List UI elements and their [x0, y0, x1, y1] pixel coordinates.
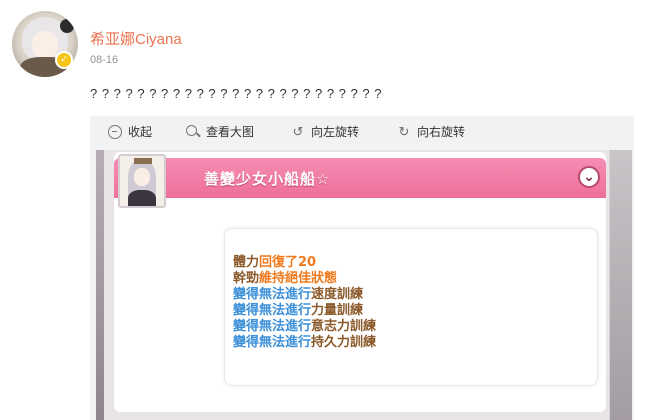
event-result-line: 幹勁維持絕佳狀態	[233, 271, 376, 287]
rotate-right-label: 向右旋转	[417, 125, 466, 139]
search-icon	[186, 124, 200, 139]
event-result-line: 變得無法進行意志力訓練	[233, 319, 376, 335]
post-text: ? ? ? ? ? ? ? ? ? ? ? ? ? ? ? ? ? ? ? ? …	[90, 86, 382, 101]
event-result-text: 體力回復了20 幹勁維持絕佳狀態 變得無法進行速度訓練 變得無法進行力量訓練 變得無法進…	[233, 255, 376, 351]
media-image[interactable]: 善變少女小船船☆ ⌄ 體力回復了20 幹勁維持絕佳狀態 變得無法進行速度訓練 變得無法…	[96, 150, 632, 420]
event-result-line: 變得無法進行力量訓練	[233, 303, 376, 319]
event-result-segment: 變得無法進行	[233, 335, 312, 350]
view-large-button[interactable]: 查看大图	[186, 123, 254, 140]
event-title-bar: 善變少女小船船☆ ⌄	[114, 158, 606, 198]
rotate-left-button[interactable]: ↺ 向左旋转	[291, 123, 359, 140]
game-event-panel: 善變少女小船船☆ ⌄ 體力回復了20 幹勁維持絕佳狀態 變得無法進行速度訓練 變得無法…	[114, 152, 606, 412]
rotate-right-button[interactable]: ↻ 向右旋转	[397, 123, 465, 140]
portrait-face	[134, 168, 150, 186]
rotate-left-icon: ↺	[292, 123, 304, 139]
rotate-left-label: 向左旋转	[311, 125, 360, 139]
event-result-segment: 意志力訓練	[311, 319, 377, 334]
event-result-segment: 持久力訓練	[311, 335, 377, 350]
event-result-segment: 速度訓練	[311, 287, 364, 302]
event-result-line: 變得無法進行速度訓練	[233, 287, 376, 303]
event-result-segment: 變得無法進行	[233, 303, 312, 318]
portrait-crown	[134, 158, 152, 164]
view-large-label: 查看大图	[206, 125, 255, 139]
collapse-label: 收起	[128, 125, 153, 139]
avatar-face	[32, 31, 58, 59]
portrait-body	[128, 190, 156, 206]
verified-badge-icon: ✓	[55, 51, 73, 69]
event-result-segment: 維持絕佳狀態	[259, 271, 338, 286]
event-result-segment: 回復了20	[259, 255, 317, 270]
media-viewer: 收起 查看大图 ↺ 向左旋转 ↻ 向右旋转 善變少女小船船☆ ⌄ 體力回復了20…	[90, 116, 634, 420]
event-result-segment: 幹勁	[233, 271, 260, 286]
username-link[interactable]: 希亚娜Ciyana	[90, 28, 182, 49]
collapse-icon	[108, 124, 122, 139]
event-result-line: 體力回復了20	[233, 255, 376, 271]
rotate-right-icon: ↻	[398, 123, 410, 139]
collapse-button[interactable]: 收起	[108, 123, 152, 140]
image-edge-left	[96, 150, 104, 420]
event-result-segment: 力量訓練	[311, 303, 364, 318]
event-result-line: 變得無法進行持久力訓練	[233, 335, 376, 351]
chevron-down-icon: ⌄	[578, 166, 600, 188]
event-result-segment: 變得無法進行	[233, 319, 312, 334]
event-result-segment: 變得無法進行	[233, 287, 312, 302]
avatar-ear	[60, 19, 74, 33]
post-date: 08-16	[90, 54, 119, 66]
media-toolbar: 收起 查看大图 ↺ 向左旋转 ↻ 向右旋转	[90, 116, 634, 146]
character-portrait	[118, 154, 166, 208]
image-edge-right	[610, 150, 632, 420]
event-title: 善變少女小船船☆	[204, 170, 331, 188]
event-result-segment: 體力	[233, 255, 260, 270]
event-result-box: 體力回復了20 幹勁維持絕佳狀態 變得無法進行速度訓練 變得無法進行力量訓練 變得無法進…	[224, 228, 598, 386]
